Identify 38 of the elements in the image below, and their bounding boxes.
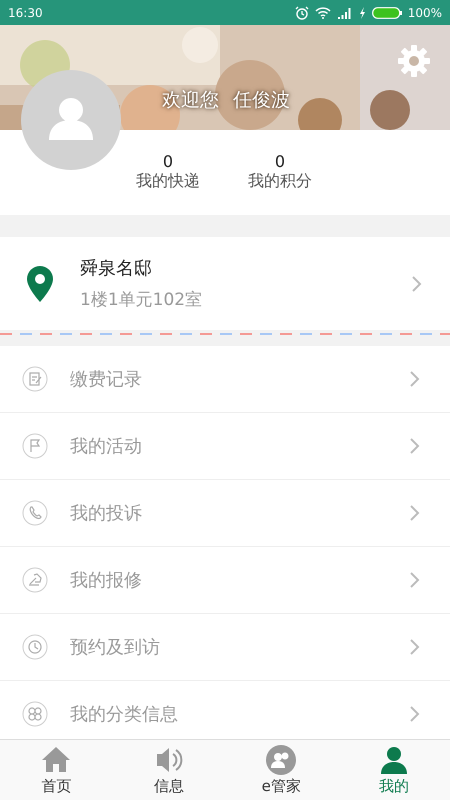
tab[interactable]: e管家 [225,740,338,800]
menu-item[interactable]: 我的报修 [0,547,450,614]
chevron-icon [410,371,420,387]
status-time: 16:30 [8,6,43,20]
settings-icon[interactable] [397,44,431,78]
stat-item[interactable]: 0 我的积分 [242,152,318,215]
people-icon [264,744,298,776]
document-icon [22,366,48,392]
category-icon [22,701,48,727]
chevron-icon [410,706,420,722]
menu-item[interactable]: 预约及到访 [0,614,450,681]
tab[interactable]: 信息 [112,740,225,800]
tab[interactable]: 我的 [338,740,450,800]
battery-icon [372,6,402,18]
location-pin-icon [26,266,54,302]
tab[interactable]: 首页 [0,740,112,800]
signal-icon [336,6,353,18]
user-name: 任俊波 [233,88,290,113]
address-title: 舜泉名邸 [80,257,153,280]
alarm-icon [294,6,309,20]
welcome-text: 欢迎您 [162,88,219,113]
chevron-icon [410,438,420,454]
chevron-icon [410,505,420,521]
stat-item[interactable]: 0 我的快递 [130,152,206,215]
battery-level: 100% [408,6,442,20]
wifi-icon [314,6,331,18]
address-card[interactable]: 舜泉名邸 1楼1单元102室 [0,237,450,330]
menu-item[interactable]: 我的投诉 [0,480,450,547]
chevron-icon [412,276,422,292]
menu-item[interactable]: 我的活动 [0,413,450,480]
clock-icon [22,634,48,660]
chevron-icon [410,572,420,588]
phone-icon [22,500,48,526]
menu-item[interactable]: 缴费记录 [0,346,450,413]
charging-icon [358,6,366,18]
chevron-icon [410,639,420,655]
address-detail: 1楼1单元102室 [80,289,204,311]
flag-icon [22,433,48,459]
